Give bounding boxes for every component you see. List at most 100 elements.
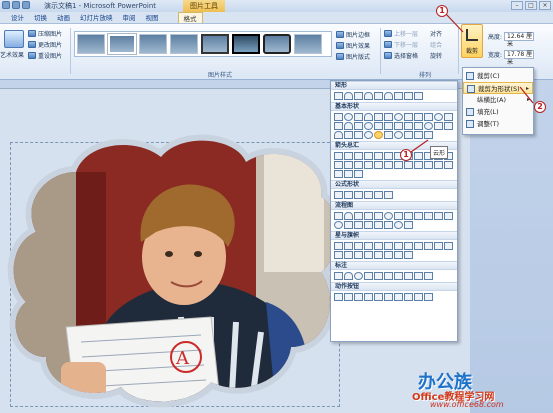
shape-item[interactable] (384, 131, 393, 139)
shape-item[interactable] (414, 122, 423, 130)
shape-item[interactable] (344, 152, 353, 160)
shape-item[interactable] (394, 293, 403, 301)
shape-item[interactable] (424, 293, 433, 301)
menu-item-fit[interactable]: 调整(T) (463, 118, 533, 130)
selection-pane-button[interactable]: 选择窗格 (384, 51, 418, 60)
shape-item[interactable] (384, 242, 393, 250)
shape-item[interactable] (394, 251, 403, 259)
shape-item[interactable] (334, 152, 343, 160)
shape-item[interactable] (404, 113, 413, 121)
tab-view[interactable]: 视图 (141, 12, 164, 23)
reset-picture-button[interactable]: 重设图片 (28, 51, 62, 60)
shape-item[interactable] (434, 161, 443, 169)
shape-item[interactable] (344, 191, 353, 199)
shape-item[interactable] (394, 272, 403, 280)
shape-item[interactable] (404, 251, 413, 259)
align-button[interactable]: 对齐 (430, 29, 442, 38)
undo-icon[interactable] (12, 1, 20, 9)
shape-item[interactable] (344, 212, 353, 220)
menu-item-aspect-ratio[interactable]: 纵横比(A) ▸ (463, 94, 533, 106)
shape-item[interactable] (404, 92, 413, 100)
picture-styles-gallery[interactable] (74, 31, 332, 57)
shape-item[interactable] (384, 251, 393, 259)
tab-review[interactable]: 审阅 (118, 12, 141, 23)
style-thumbnail[interactable] (201, 34, 229, 54)
shape-item[interactable] (404, 131, 413, 139)
shape-item[interactable] (414, 113, 423, 121)
shape-item[interactable] (334, 272, 343, 280)
shape-item[interactable] (334, 212, 343, 220)
style-thumbnail[interactable] (232, 34, 260, 54)
shape-item[interactable] (354, 113, 363, 121)
shape-item[interactable] (334, 251, 343, 259)
shape-item[interactable] (364, 251, 373, 259)
tab-format[interactable]: 格式 (177, 12, 203, 23)
shape-item[interactable] (364, 191, 373, 199)
shape-item[interactable] (374, 272, 383, 280)
crop-button[interactable]: 裁剪 (461, 24, 483, 58)
shape-item[interactable] (394, 242, 403, 250)
shape-item[interactable] (354, 152, 363, 160)
menu-item-crop[interactable]: 裁剪(C) (463, 70, 533, 82)
shape-item[interactable] (374, 161, 383, 169)
shape-item[interactable] (424, 131, 433, 139)
style-thumbnail[interactable] (108, 34, 136, 54)
style-thumbnail[interactable] (77, 34, 105, 54)
width-input[interactable]: 17.78 厘米 (504, 50, 535, 66)
close-button[interactable]: × (539, 1, 551, 10)
shape-item[interactable] (414, 212, 423, 220)
picture-border-button[interactable]: 图片边框 (336, 30, 370, 39)
shape-item[interactable] (394, 113, 403, 121)
shape-item[interactable] (354, 191, 363, 199)
shape-item[interactable] (384, 152, 393, 160)
shape-item[interactable] (344, 272, 353, 280)
shape-item[interactable] (414, 161, 423, 169)
style-thumbnail[interactable] (294, 34, 322, 54)
shape-item[interactable] (414, 152, 423, 160)
shape-item[interactable] (354, 170, 363, 178)
send-backward-button[interactable]: 下移一层 (384, 40, 418, 49)
shape-item[interactable] (334, 122, 343, 130)
shape-item[interactable] (374, 221, 383, 229)
bring-forward-button[interactable]: 上移一层 (384, 29, 418, 38)
shape-item[interactable] (334, 113, 343, 121)
shape-item[interactable] (364, 113, 373, 121)
shape-item[interactable] (344, 242, 353, 250)
shape-item[interactable] (374, 92, 383, 100)
shape-item[interactable] (404, 122, 413, 130)
shape-item[interactable] (364, 242, 373, 250)
shape-item[interactable] (404, 221, 413, 229)
shape-item[interactable] (404, 293, 413, 301)
shape-item[interactable] (434, 122, 443, 130)
shape-item[interactable] (344, 161, 353, 169)
shape-item[interactable] (424, 161, 433, 169)
shape-item[interactable] (344, 251, 353, 259)
shape-item[interactable] (364, 161, 373, 169)
shape-item[interactable] (434, 212, 443, 220)
rotate-button[interactable]: 旋转 (430, 51, 442, 60)
shape-item[interactable] (424, 113, 433, 121)
shape-item[interactable] (414, 293, 423, 301)
shape-item[interactable] (394, 212, 403, 220)
tab-slideshow[interactable]: 幻灯片放映 (75, 12, 118, 23)
shape-item[interactable] (414, 131, 423, 139)
shape-item[interactable] (384, 212, 393, 220)
shape-item[interactable] (374, 242, 383, 250)
shape-item[interactable] (404, 212, 413, 220)
shape-item[interactable] (414, 242, 423, 250)
style-thumbnail[interactable] (139, 34, 167, 54)
shape-item[interactable] (364, 131, 373, 139)
shape-item[interactable] (444, 212, 453, 220)
shape-item[interactable] (444, 242, 453, 250)
shape-item[interactable] (344, 113, 353, 121)
shape-item[interactable] (364, 272, 373, 280)
shape-item[interactable] (354, 251, 363, 259)
shape-item[interactable] (354, 92, 363, 100)
shape-item[interactable] (334, 242, 343, 250)
shape-item[interactable] (364, 293, 373, 301)
shape-item[interactable] (334, 92, 343, 100)
tab-transitions[interactable]: 切换 (29, 12, 52, 23)
shape-item[interactable] (374, 251, 383, 259)
shape-item[interactable] (384, 92, 393, 100)
shape-item[interactable] (404, 272, 413, 280)
